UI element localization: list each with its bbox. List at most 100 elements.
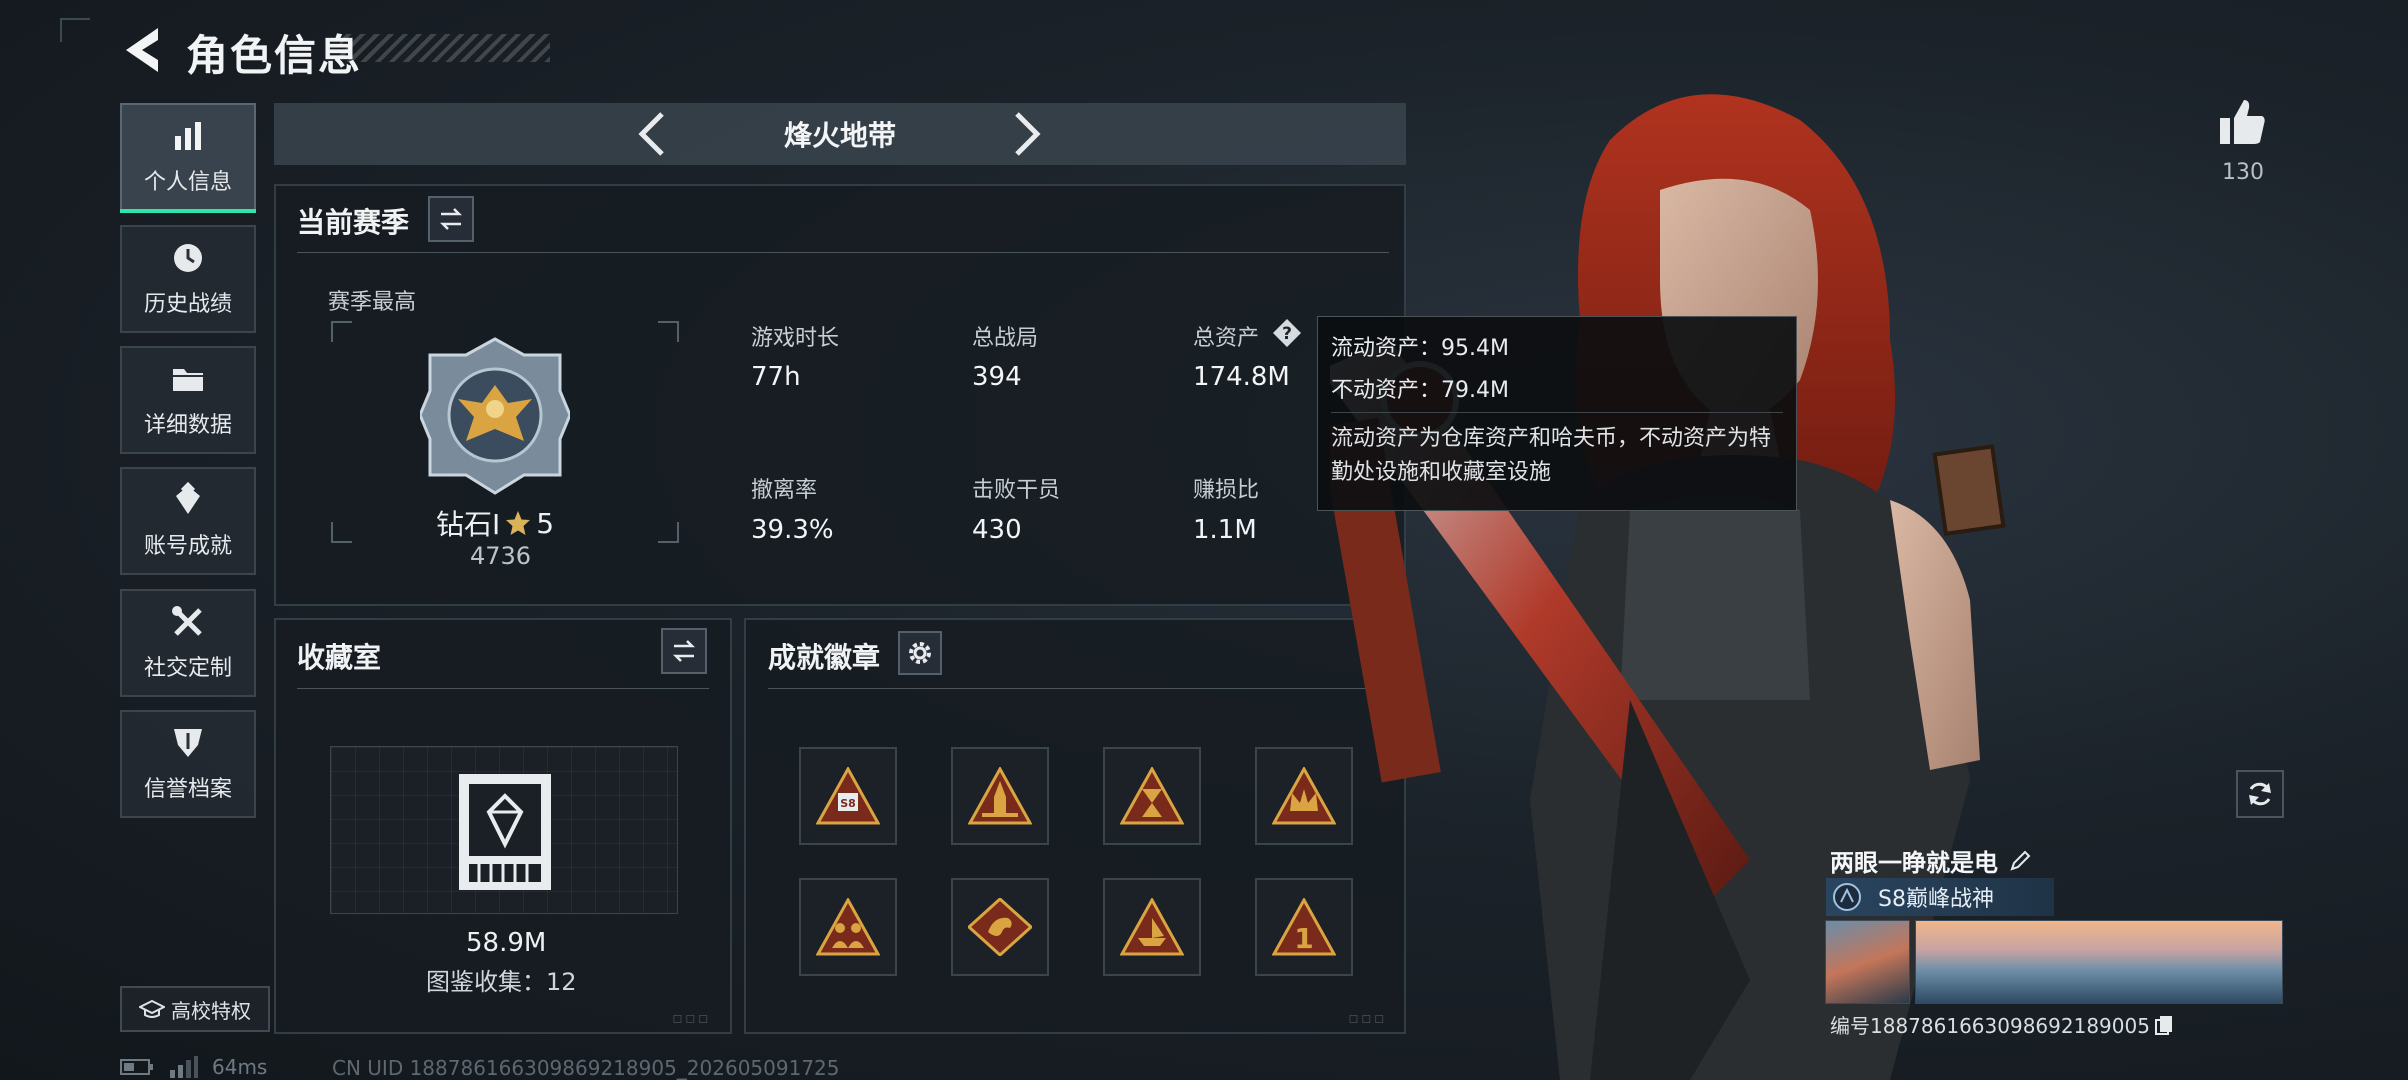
mode-next-button[interactable] (1005, 108, 1049, 160)
refresh-button[interactable] (2236, 770, 2284, 818)
stat-value: 174.8M (1193, 362, 1290, 392)
player-title-badge: S8巅峰战神 (1826, 878, 2054, 916)
swap-icon (672, 640, 696, 662)
achievement-icon (176, 482, 200, 514)
svg-text:1: 1 (1294, 922, 1313, 955)
shield-icon (174, 729, 202, 757)
rank-name: 钻石I 5 (436, 503, 554, 543)
badge-team[interactable] (799, 878, 897, 976)
ping-value: 64ms (212, 1055, 268, 1079)
banner-scene (1915, 920, 2283, 1004)
season-panel-title: 当前赛季 (297, 206, 410, 239)
graduation-cap-icon (139, 999, 165, 1018)
history-clock-icon (174, 244, 202, 272)
crown-badge-icon (1272, 767, 1336, 825)
tooltip-fixed-assets: 不动资产：79.4M (1331, 378, 1509, 403)
player-id: 编号1887861663098692189005 (1830, 1014, 2150, 1038)
help-icon[interactable]: ? (1272, 318, 1302, 348)
divider (297, 688, 709, 689)
stat-label: 撤离率 (751, 478, 818, 503)
sidebar-item-label: 账号成就 (143, 534, 232, 559)
star-icon (506, 511, 531, 535)
corner-decoration: ▫▫▫ (672, 1008, 711, 1027)
sidebar-item-label: 个人信息 (143, 170, 232, 195)
collection-value: 58.9M (466, 928, 547, 958)
copy-icon[interactable] (2154, 1014, 2174, 1036)
sidebar-item-label: 历史战绩 (143, 292, 232, 317)
badge-ship[interactable] (1103, 878, 1201, 976)
sidebar-item-history[interactable]: 历史战绩 (120, 225, 256, 333)
dragon-badge-icon (968, 898, 1032, 956)
page-title: 角色信息 (186, 31, 363, 80)
stat-value: 1.1M (1193, 515, 1257, 545)
collection-panel-title: 收藏室 (297, 641, 382, 674)
sidebar-item-achievements[interactable]: 账号成就 (120, 467, 256, 575)
number-one-badge-icon: 1 (1272, 898, 1336, 956)
badge-s8[interactable]: S8 (799, 747, 897, 845)
player-id-row: 编号1887861663098692189005 (1830, 1010, 2174, 1039)
stat-label: 击败干员 (972, 478, 1061, 503)
team-badge-icon (816, 898, 880, 956)
s8-badge-icon: S8 (816, 767, 880, 825)
status-bar: 64ms (120, 1054, 267, 1080)
sidebar-item-label: 详细数据 (143, 413, 232, 438)
divider (768, 688, 1382, 689)
sidebar-item-reputation[interactable]: 信誉档案 (120, 710, 256, 818)
badges-panel-title: 成就徽章 (768, 641, 881, 674)
badge-rocket[interactable] (951, 747, 1049, 845)
mode-prev-button[interactable] (630, 108, 674, 160)
mode-name: 烽火地带 (783, 119, 896, 152)
chevron-right-icon (1015, 112, 1041, 156)
player-name-row[interactable]: 两眼一睁就是电 (1830, 843, 2032, 878)
diamond-rank-emblem-icon (420, 337, 570, 495)
thumbs-up-icon[interactable] (2216, 96, 2268, 148)
stat-value: 394 (972, 362, 1022, 392)
like-count: 130 (2222, 160, 2264, 185)
season-best-label: 赛季最高 (328, 290, 417, 315)
ship-badge-icon (1120, 898, 1184, 956)
rank-name-text: 钻石I (436, 508, 501, 541)
tooltip-description: 流动资产为仓库资产和哈夫币，不动资产为特勤处设施和收藏室设施 (1331, 426, 1772, 485)
chevron-left-icon (638, 112, 664, 156)
stat-label: 总战局 (972, 326, 1039, 351)
stat-label: 赚损比 (1193, 478, 1260, 503)
rank-stars: 5 (536, 506, 555, 540)
rank-score: 4736 (470, 542, 532, 570)
sidebar-item-personal-info[interactable]: 个人信息 (120, 103, 256, 213)
badge-dragon[interactable] (951, 878, 1049, 976)
collection-switch-button[interactable] (661, 628, 707, 674)
rocket-badge-icon (968, 767, 1032, 825)
stat-value: 430 (972, 515, 1022, 545)
banner-portrait (1825, 920, 1910, 1004)
swap-icon (439, 208, 463, 230)
svg-text:?: ? (1282, 324, 1292, 344)
badge-hourglass[interactable] (1103, 747, 1201, 845)
collection-count: 图鉴收集：12 (426, 968, 577, 996)
hourglass-badge-icon (1120, 767, 1184, 825)
sidebar-item-label: 信誉档案 (143, 777, 232, 802)
school-privilege-button[interactable]: 高校特权 (120, 986, 270, 1032)
divider (297, 252, 1389, 253)
season-switch-button[interactable] (428, 196, 474, 242)
folder-icon (173, 369, 203, 391)
back-arrow-icon (126, 28, 158, 72)
stat-label: 游戏时长 (751, 326, 840, 351)
signal-icon (170, 1056, 198, 1078)
gear-icon (909, 642, 931, 664)
badges-settings-button[interactable] (898, 631, 942, 675)
tooltip-liquid-assets: 流动资产：95.4M (1331, 336, 1509, 361)
edit-pencil-icon[interactable] (2008, 849, 2032, 873)
svg-text:S8: S8 (840, 797, 856, 810)
bar-chart-icon (175, 122, 201, 150)
sidebar-item-social[interactable]: 社交定制 (120, 589, 256, 697)
stat-value: 77h (751, 362, 801, 392)
player-title: S8巅峰战神 (1878, 887, 1994, 912)
stat-value: 39.3% (751, 515, 834, 545)
title-emblem-icon (1833, 883, 1861, 911)
vault-diamond-icon (459, 774, 551, 890)
title-decoration (340, 34, 550, 62)
refresh-icon (2249, 782, 2271, 806)
tooltip-divider (1331, 412, 1783, 413)
sidebar-item-detailed-data[interactable]: 详细数据 (120, 346, 256, 454)
back-button[interactable] (118, 22, 168, 78)
